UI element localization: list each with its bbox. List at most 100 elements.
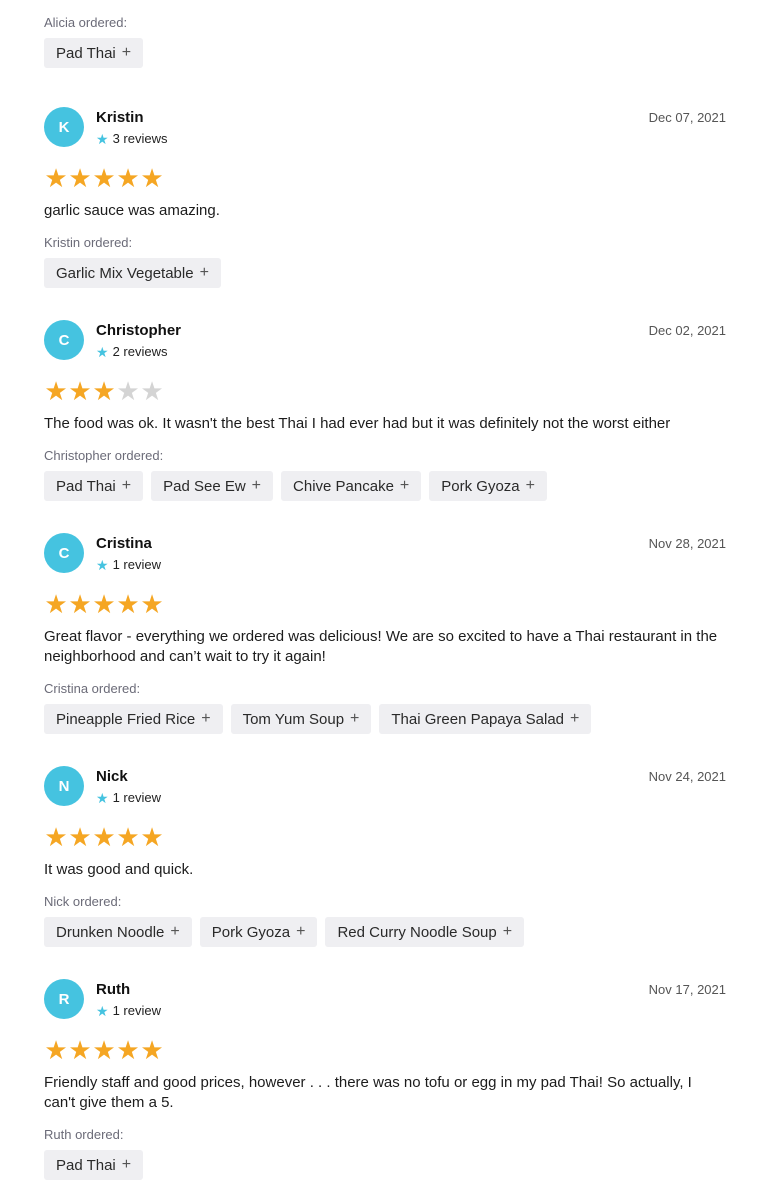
star-filled-icon: ★ <box>44 163 68 193</box>
review-ordered-section: Ruth ordered: Pad Thai + <box>44 1127 726 1180</box>
star-filled-icon: ★ <box>44 589 68 619</box>
rating-stars: ★ ★ ★ ★ ★ <box>44 824 726 850</box>
ordered-label: Nick ordered: <box>44 894 122 909</box>
review-header: C Cristina ★ 1 review Nov 28, 2021 <box>44 533 726 575</box>
reviewer-name[interactable]: Christopher <box>96 322 181 339</box>
plus-icon: + <box>399 477 410 494</box>
plus-icon: + <box>121 44 132 61</box>
reviewer-review-count: ★ 2 reviews <box>96 344 167 359</box>
plus-icon: + <box>502 923 513 940</box>
star-filled-icon: ★ <box>140 589 164 619</box>
ordered-item-chip[interactable]: Pork Gyoza + <box>199 917 318 947</box>
ordered-item-chip[interactable]: Drunken Noodle + <box>44 917 192 947</box>
review-text: The food was ok. It wasn't the best Thai… <box>44 415 671 432</box>
star-empty-icon: ★ <box>116 376 140 406</box>
ordered-item-chip[interactable]: Chive Pancake + <box>281 471 422 501</box>
review-card: K Kristin ★ 3 reviews Dec 07, 2021 ★ ★ ★ ★ ★ garli… <box>44 107 726 288</box>
star-icon: ★ <box>96 1002 109 1019</box>
review-header: C Christopher ★ 2 reviews Dec 02, 2021 <box>44 320 726 362</box>
rating-stars: ★ ★ ★ ★ ★ <box>44 1037 726 1063</box>
plus-icon: + <box>251 477 262 494</box>
plus-icon: + <box>121 477 132 494</box>
ordered-items: Pad Thai + <box>44 1150 726 1180</box>
ordered-item-chip[interactable]: Pad Thai + <box>44 471 144 501</box>
ordered-item-label: Garlic Mix Vegetable <box>56 264 194 282</box>
ordered-item-chip[interactable]: Pad Thai + <box>44 1150 144 1180</box>
ordered-items: Garlic Mix Vegetable + <box>44 258 726 288</box>
ordered-item-label: Pad Thai <box>56 477 116 495</box>
star-filled-icon: ★ <box>140 822 164 852</box>
star-filled-icon: ★ <box>92 589 116 619</box>
star-filled-icon: ★ <box>92 822 116 852</box>
ordered-items: Pad Thai + <box>44 38 144 68</box>
star-filled-icon: ★ <box>116 589 140 619</box>
rating-stars: ★ ★ ★ ★ ★ <box>44 165 726 191</box>
ordered-item-chip[interactable]: Tom Yum Soup + <box>230 704 372 734</box>
ordered-items: Pineapple Fried Rice + Tom Yum Soup + Thai G… <box>44 704 726 734</box>
star-filled-icon: ★ <box>68 376 92 406</box>
review-count-label: 3 reviews <box>112 131 168 146</box>
rating-stars: ★ ★ ★ ★ ★ <box>44 378 726 404</box>
review-date: Nov 28, 2021 <box>648 536 726 551</box>
ordered-label: Kristin ordered: <box>44 235 133 250</box>
star-filled-icon: ★ <box>68 822 92 852</box>
star-filled-icon: ★ <box>68 589 92 619</box>
star-empty-icon: ★ <box>140 376 164 406</box>
ordered-item-chip[interactable]: Garlic Mix Vegetable + <box>44 258 221 288</box>
ordered-label: Cristina ordered: <box>44 681 141 696</box>
ordered-label: Ruth ordered: <box>44 1127 124 1142</box>
review-card: R Ruth ★ 1 review Nov 17, 2021 ★ ★ ★ ★ ★ Friendly … <box>44 979 726 1180</box>
reviewer-review-count: ★ 3 reviews <box>96 131 167 146</box>
reviewer-name[interactable]: Ruth <box>96 981 130 998</box>
star-filled-icon: ★ <box>68 1035 92 1065</box>
ordered-item-chip[interactable]: Pad See Ew + <box>151 471 274 501</box>
star-icon: ★ <box>96 130 109 147</box>
star-filled-icon: ★ <box>92 376 116 406</box>
avatar: C <box>44 533 84 573</box>
star-filled-icon: ★ <box>92 1035 116 1065</box>
reviewer-name[interactable]: Kristin <box>96 109 144 126</box>
review-date: Nov 17, 2021 <box>648 982 726 997</box>
avatar: C <box>44 320 84 360</box>
plus-icon: + <box>201 710 211 727</box>
ordered-item-chip[interactable]: Pork Gyoza + <box>429 471 547 501</box>
reviewer-review-count: ★ 1 review <box>96 790 161 805</box>
review-count-label: 1 review <box>112 557 161 572</box>
star-filled-icon: ★ <box>44 1035 68 1065</box>
star-filled-icon: ★ <box>140 163 164 193</box>
ordered-item-label: Drunken Noodle <box>56 923 165 941</box>
reviewer-name[interactable]: Cristina <box>96 535 152 552</box>
ordered-label: Alicia ordered: <box>44 15 128 30</box>
star-filled-icon: ★ <box>116 822 140 852</box>
plus-icon: + <box>121 1156 132 1173</box>
rating-stars: ★ ★ ★ ★ ★ <box>44 591 726 617</box>
avatar: K <box>44 107 84 147</box>
review-count-label: 2 reviews <box>112 344 168 359</box>
star-filled-icon: ★ <box>44 822 68 852</box>
review-card: C Cristina ★ 1 review Nov 28, 2021 ★ ★ ★ ★ ★ Great… <box>44 533 726 734</box>
plus-icon: + <box>525 477 535 494</box>
ordered-item-label: Pork Gyoza <box>441 477 520 495</box>
review-date: Nov 24, 2021 <box>648 769 726 784</box>
reviewer-name[interactable]: Nick <box>96 768 128 785</box>
review-text: Great flavor - everything we ordered was… <box>44 628 718 665</box>
ordered-item-label: Chive Pancake <box>293 477 394 495</box>
review-header: R Ruth ★ 1 review Nov 17, 2021 <box>44 979 726 1021</box>
review-ordered-section: Alicia ordered: Pad Thai + <box>44 15 144 68</box>
ordered-item-chip[interactable]: Pad Thai + <box>44 38 144 68</box>
ordered-item-chip[interactable]: Red Curry Noodle Soup + <box>325 917 525 947</box>
ordered-item-label: Pad Thai <box>56 44 116 62</box>
star-filled-icon: ★ <box>116 1035 140 1065</box>
review-ordered-section: Cristina ordered: Pineapple Fried Rice + To… <box>44 681 726 734</box>
review-count-label: 1 review <box>112 1003 161 1018</box>
plus-icon: + <box>199 264 209 281</box>
review-text: Friendly staff and good prices, however … <box>44 1074 692 1111</box>
ordered-item-chip[interactable]: Thai Green Papaya Salad + <box>379 704 592 734</box>
ordered-item-chip[interactable]: Pineapple Fried Rice + <box>44 704 223 734</box>
ordered-item-label: Pad See Ew <box>163 477 246 495</box>
review-count-label: 1 review <box>112 790 161 805</box>
plus-icon: + <box>570 710 580 727</box>
review-header: K Kristin ★ 3 reviews Dec 07, 2021 <box>44 107 726 149</box>
plus-icon: + <box>350 710 360 727</box>
review-date: Dec 07, 2021 <box>648 110 726 125</box>
